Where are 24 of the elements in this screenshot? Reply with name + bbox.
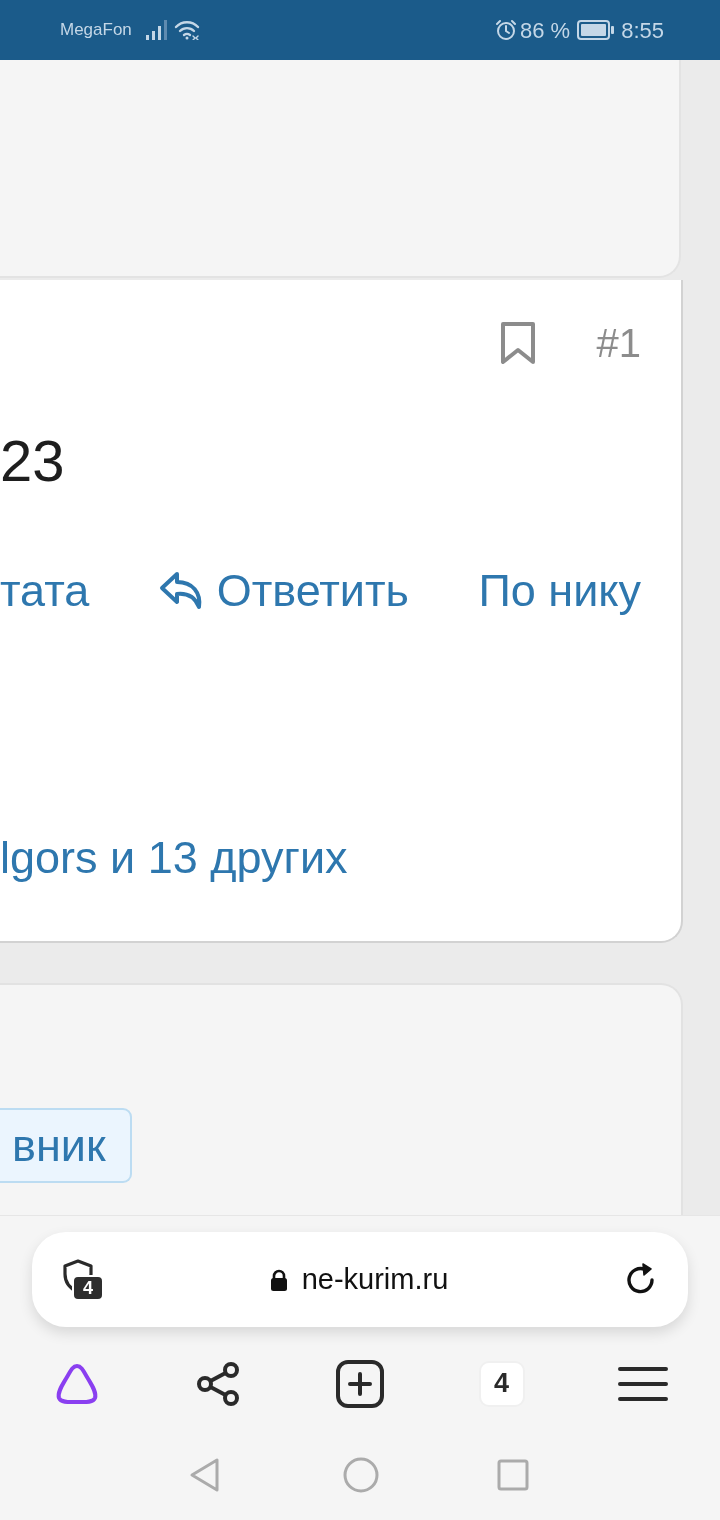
carrier-name: MegaFon xyxy=(60,19,132,42)
bookmark-icon[interactable] xyxy=(500,322,535,364)
share-icon[interactable] xyxy=(196,1360,241,1407)
reply-label: Ответить xyxy=(216,568,410,613)
lock-icon xyxy=(269,1268,288,1291)
post-text: 23 xyxy=(0,432,65,490)
url-text: ne-kurim.ru xyxy=(301,1265,449,1294)
battery-icon xyxy=(577,20,615,40)
wifi-icon xyxy=(173,20,201,40)
new-tab-icon[interactable] xyxy=(336,1359,384,1408)
post-number[interactable]: #1 xyxy=(596,323,641,363)
tag-button[interactable]: вник xyxy=(0,1108,132,1183)
tracker-count-badge: 4 xyxy=(72,1274,104,1301)
signal-icon xyxy=(145,20,168,40)
alarm-icon xyxy=(495,19,517,41)
battery-percent: 86 % xyxy=(520,16,571,45)
address-bar[interactable]: 4 ne-kurim.ru xyxy=(32,1232,688,1327)
reply-link[interactable]: Ответить xyxy=(158,568,410,613)
post-action-link[interactable]: По нику xyxy=(478,568,641,613)
tabs-count-button[interactable]: 4 xyxy=(478,1360,525,1407)
clock-time: 8:55 xyxy=(621,16,664,45)
reactions-link[interactable]: lgors и 13 других xyxy=(0,835,348,880)
post-action-link[interactable]: тата xyxy=(0,568,90,613)
menu-icon[interactable] xyxy=(618,1365,669,1402)
